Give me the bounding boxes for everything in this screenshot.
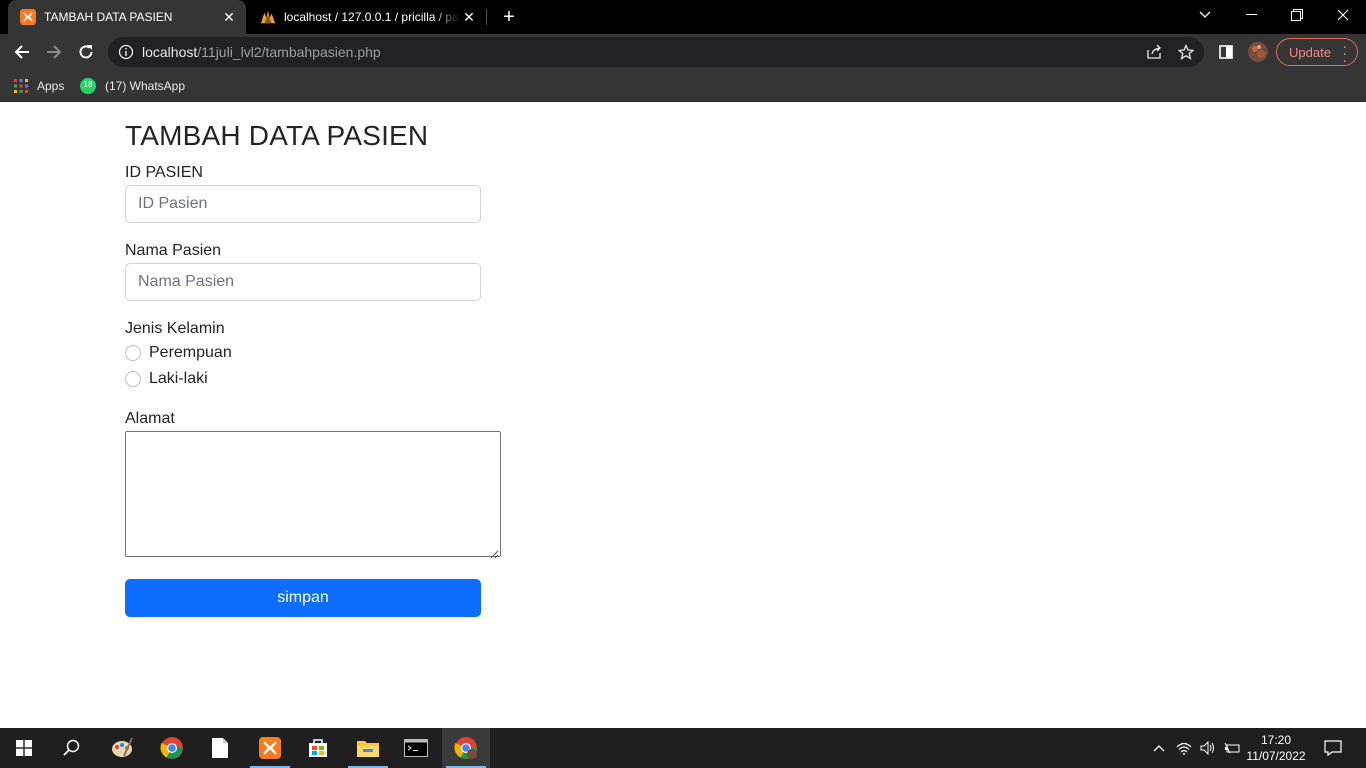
phpmyadmin-icon (260, 9, 276, 25)
close-tab-icon[interactable]: ✕ (460, 8, 478, 26)
volume-icon[interactable] (1198, 728, 1218, 768)
simpan-button[interactable]: simpan (125, 579, 481, 617)
more-menu-icon[interactable]: · · · (1342, 39, 1347, 67)
jenis-kelamin-label: Jenis Kelamin (125, 320, 225, 337)
page-title: TAMBAH DATA PASIEN (125, 120, 429, 151)
share-icon[interactable] (1146, 44, 1162, 65)
notification-icon[interactable] (1320, 728, 1346, 768)
new-tab-button[interactable]: + (498, 6, 520, 28)
address-bar[interactable]: localhost/11juli_lvl2/tambahpasien.php (108, 37, 1204, 67)
restore-icon[interactable] (1274, 0, 1320, 30)
bookmark-whatsapp[interactable]: 18 (17) WhatsApp (80, 76, 185, 96)
file-explorer-icon[interactable] (344, 728, 392, 768)
bookmarks-bar: Apps 18 (17) WhatsApp (0, 70, 1366, 102)
paint-icon[interactable] (98, 728, 146, 768)
update-label: Update (1289, 44, 1331, 60)
nama-pasien-label: Nama Pasien (125, 242, 222, 259)
bookmark-star-icon[interactable] (1177, 43, 1195, 65)
windows-start-icon[interactable] (0, 728, 48, 768)
tray-chevron-up-icon[interactable] (1150, 728, 1168, 768)
chrome-active-icon[interactable] (442, 728, 490, 768)
bookmark-apps[interactable]: Apps (14, 76, 64, 96)
tab-bar: TAMBAH DATA PASIEN ✕ localhost / 127.0.0… (0, 0, 1366, 34)
id-pasien-label: ID PASIEN (125, 164, 203, 181)
tab-title: localhost / 127.0.0.1 / pricilla / pa (284, 10, 459, 24)
tab-tambah-data-pasien[interactable]: TAMBAH DATA PASIEN ✕ (8, 0, 246, 34)
nama-pasien-input[interactable] (125, 263, 481, 301)
forward-arrow-icon[interactable] (40, 38, 68, 66)
close-window-icon[interactable] (1320, 0, 1366, 30)
side-panel-icon[interactable] (1212, 38, 1240, 66)
bookmark-label: Apps (37, 79, 65, 93)
back-arrow-icon[interactable] (8, 38, 36, 66)
radio-label: Perempuan (149, 344, 232, 361)
bookmark-label: (17) WhatsApp (105, 79, 186, 93)
page-content: TAMBAH DATA PASIEN ID PASIEN Nama Pasien… (0, 103, 1366, 728)
cmd-icon[interactable] (392, 728, 440, 768)
radio-label: Laki-laki (149, 370, 208, 387)
radio-perempuan[interactable]: Perempuan (125, 344, 232, 362)
windows-taskbar: 17:20 11/07/2022 (0, 728, 1366, 768)
chrome-icon[interactable] (148, 728, 196, 768)
clock-time: 17:20 (1260, 733, 1292, 747)
radio-circle[interactable] (125, 345, 141, 361)
url-host: localhost (142, 44, 198, 60)
radio-laki-laki[interactable]: Laki-laki (125, 370, 208, 388)
whatsapp-icon: 18 (80, 78, 96, 94)
store-icon[interactable] (294, 728, 342, 768)
xampp-taskbar-icon[interactable] (246, 728, 294, 768)
close-tab-icon[interactable]: ✕ (220, 8, 238, 26)
apps-grid-icon (14, 79, 28, 93)
tab-phpmyadmin[interactable]: localhost / 127.0.0.1 / pricilla / pa ✕ (248, 0, 486, 34)
clock-date: 11/07/2022 (1246, 749, 1306, 763)
update-button[interactable]: Update · · · (1276, 38, 1358, 67)
alamat-label: Alamat (125, 410, 175, 427)
whatsapp-badge: 18 (83, 80, 93, 89)
radio-circle[interactable] (125, 371, 141, 387)
url-path: /11juli_lvl2/tambahpasien.php (197, 44, 381, 60)
tab-title: TAMBAH DATA PASIEN (44, 10, 173, 24)
notepad-icon[interactable] (196, 728, 244, 768)
xampp-icon (20, 9, 36, 25)
search-icon[interactable] (48, 728, 96, 768)
reload-icon[interactable] (72, 38, 100, 66)
site-info-icon[interactable] (118, 44, 134, 65)
tab-separator (486, 9, 487, 25)
taskbar-clock[interactable]: 17:20 11/07/2022 (1244, 732, 1308, 764)
id-pasien-input[interactable] (125, 185, 481, 223)
alamat-textarea[interactable] (125, 431, 501, 559)
wifi-icon[interactable] (1174, 728, 1194, 768)
battery-icon[interactable] (1222, 728, 1242, 768)
browser-toolbar: localhost/11juli_lvl2/tambahpasien.php U… (0, 34, 1366, 70)
minimize-icon[interactable] (1228, 0, 1274, 30)
resize-handle-icon[interactable] (490, 546, 499, 559)
tab-search-chevron-icon[interactable] (1182, 0, 1228, 30)
profile-avatar[interactable] (1244, 38, 1272, 66)
url-text[interactable]: localhost/11juli_lvl2/tambahpasien.php (142, 44, 381, 60)
